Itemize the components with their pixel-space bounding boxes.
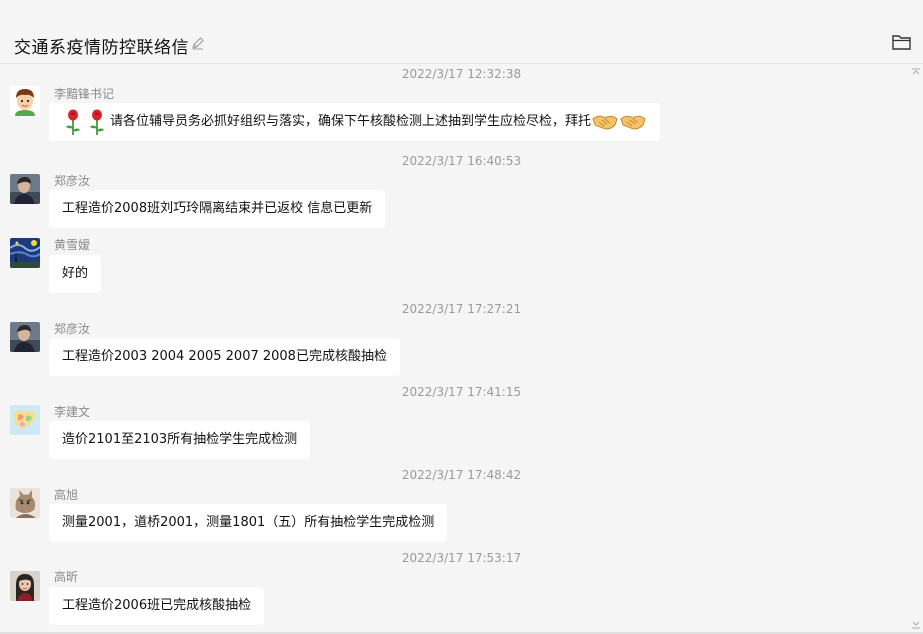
pencil-edit-icon[interactable] — [191, 36, 205, 50]
scroll-down-icon[interactable] — [911, 620, 921, 630]
portrait-avatar[interactable] — [10, 571, 40, 601]
starry-night-avatar[interactable] — [10, 238, 40, 268]
cartoon-boy-avatar[interactable] — [10, 86, 40, 116]
message-text: 测量2001，道桥2001，测量1801（五）所有抽检学生完成检测 — [62, 515, 435, 530]
photo-avatar[interactable] — [10, 322, 40, 352]
sender-name: 黄雪嫒 — [54, 238, 91, 252]
handshake-emoji-icon — [592, 115, 618, 129]
message-bubble[interactable]: 测量2001，道桥2001，测量1801（五）所有抽检学生完成检测 — [49, 504, 448, 542]
message-text: 好的 — [62, 266, 89, 281]
map-avatar[interactable] — [10, 405, 40, 435]
handshake-emoji-icon — [620, 115, 646, 129]
message-text: 工程造价2006班已完成核酸抽检 — [62, 598, 252, 613]
chat-header: 交通系疫情防控联络信 — [0, 0, 923, 64]
message-timestamp: 2022/3/17 17:27:21 — [401, 302, 522, 316]
chat-message-list[interactable]: 2022/3/17 12:32:38 李黯锋书记 请各位辅导员务必抓好组织与落实… — [0, 64, 923, 634]
rose-emoji-icon — [66, 109, 80, 135]
message-timestamp: 2022/3/17 17:53:17 — [401, 551, 522, 565]
sender-name: 高旭 — [54, 488, 79, 502]
message-timestamp: 2022/3/17 12:32:38 — [401, 67, 522, 81]
message-bubble[interactable]: 请各位辅导员务必抓好组织与落实，确保下午核酸检测上述抽到学生应检尽检，拜托 — [49, 103, 661, 141]
message-bubble[interactable]: 工程造价2006班已完成核酸抽检 — [49, 587, 265, 625]
message-bubble[interactable]: 工程造价2008班刘巧玲隔离结束并已返校 信息已更新 — [49, 190, 386, 228]
sender-name: 李建文 — [54, 405, 91, 419]
message-text: 造价2101至2103所有抽检学生完成检测 — [62, 432, 298, 447]
message-timestamp: 2022/3/17 16:40:53 — [401, 154, 522, 168]
message-bubble[interactable]: 工程造价2003 2004 2005 2007 2008已完成核酸抽检 — [49, 338, 400, 376]
sender-name: 郑彦汝 — [54, 322, 91, 336]
sender-name: 李黯锋书记 — [54, 87, 115, 101]
message-text: 工程造价2003 2004 2005 2007 2008已完成核酸抽检 — [62, 349, 387, 364]
rose-emoji-icon — [90, 109, 104, 135]
group-title: 交通系疫情防控联络信 — [14, 38, 189, 58]
photo-avatar[interactable] — [10, 174, 40, 204]
folder-icon[interactable] — [892, 34, 911, 50]
message-timestamp: 2022/3/17 17:41:15 — [401, 385, 522, 399]
message-bubble[interactable]: 造价2101至2103所有抽检学生完成检测 — [49, 421, 311, 459]
sender-name: 高昕 — [54, 570, 79, 584]
sender-name: 郑彦汝 — [54, 174, 91, 188]
message-bubble[interactable]: 好的 — [49, 255, 102, 293]
message-timestamp: 2022/3/17 17:48:42 — [401, 468, 522, 482]
message-text: 请各位辅导员务必抓好组织与落实，确保下午核酸检测上述抽到学生应检尽检，拜托 — [110, 114, 592, 129]
message-text: 工程造价2008班刘巧玲隔离结束并已返校 信息已更新 — [62, 201, 373, 216]
cat-avatar[interactable] — [10, 488, 40, 518]
